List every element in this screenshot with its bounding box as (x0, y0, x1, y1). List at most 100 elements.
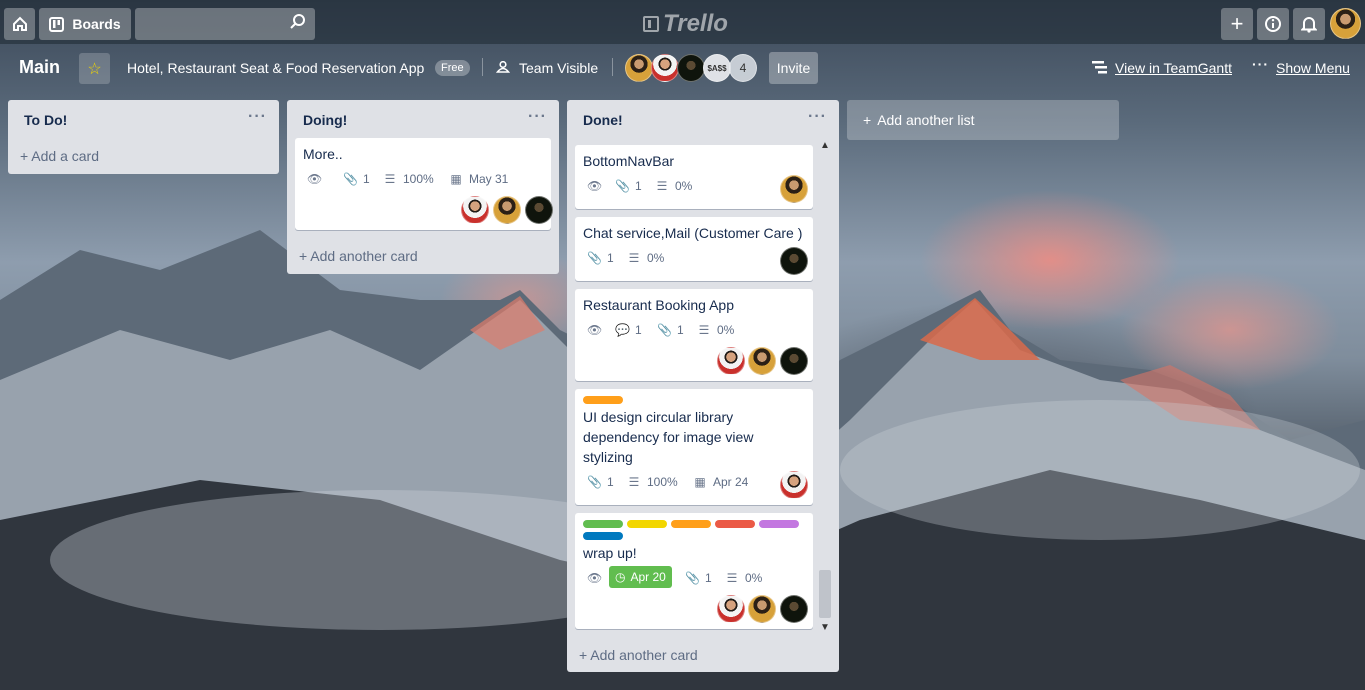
view-in-teamgantt-link[interactable]: View in TeamGantt (1115, 60, 1232, 76)
due-date: Apr 24 (713, 475, 749, 489)
card[interactable]: UI design circular library dependency fo… (575, 389, 813, 505)
card-member-avatar[interactable] (748, 347, 776, 375)
comment-icon: 💬 (615, 323, 630, 337)
team-icon (496, 61, 510, 73)
card[interactable]: wrap up! 👁 ◷ Apr 20 📎 1 ☰ 0% (575, 513, 813, 629)
checklist-progress: 0% (675, 179, 693, 193)
scroll-down-arrow[interactable]: ▼ (820, 622, 830, 633)
boards-button[interactable]: Boards (39, 8, 131, 40)
trello-logo-text: Trello (663, 10, 728, 37)
board-title[interactable]: Main (19, 57, 60, 78)
card-member-avatar[interactable] (780, 247, 808, 275)
due-date-badge: ▦ May 31 (449, 172, 508, 186)
search-input[interactable] (135, 8, 315, 40)
card-label-green[interactable] (583, 520, 623, 528)
boards-icon (49, 16, 65, 32)
attachment-count: 1 (635, 179, 642, 193)
home-button[interactable] (4, 8, 35, 40)
plus-icon: + (1230, 11, 1244, 36)
list-menu-icon[interactable]: ··· (808, 108, 827, 126)
due-date-badge: ▦ Apr 24 (693, 475, 748, 489)
star-button[interactable]: ☆ (79, 53, 110, 84)
card[interactable]: Chat service,Mail (Customer Care ) 📎 1 ☰ 0… (575, 217, 813, 281)
card-label-blue[interactable] (583, 532, 623, 540)
paperclip-icon: 📎 (685, 571, 700, 585)
list-menu-icon[interactable]: ··· (528, 108, 547, 126)
members-more-count[interactable]: 4 (729, 54, 757, 82)
card-label-yellow[interactable] (627, 520, 667, 528)
checklist-progress: 0% (745, 571, 763, 585)
checklist-badge: ☰ 100% (627, 475, 678, 489)
card-title: wrap up! (583, 545, 637, 561)
checklist-icon: ☰ (384, 172, 396, 186)
add-card-button[interactable]: + Add another card (579, 647, 698, 663)
comment-count: 1 (635, 323, 642, 337)
card-member-avatar[interactable] (717, 347, 745, 375)
card-member-avatar[interactable] (780, 595, 808, 623)
trello-logo[interactable]: Trello (643, 10, 728, 38)
member-avatar[interactable] (651, 54, 679, 82)
card-member-avatar[interactable] (717, 595, 745, 623)
member-avatar[interactable] (625, 54, 653, 82)
add-card-button[interactable]: + Add a card (20, 148, 99, 164)
visibility-button[interactable]: Team Visible (519, 60, 598, 76)
show-menu-button[interactable]: Show Menu (1276, 60, 1350, 76)
more-icon[interactable]: ··· (1252, 56, 1269, 72)
watch-badge: 👁 (307, 172, 323, 186)
attachment-badge: 📎 1 (343, 172, 370, 186)
card-member-avatar[interactable] (525, 196, 553, 224)
invite-button[interactable]: Invite (769, 52, 818, 84)
card-member-avatar[interactable] (748, 595, 776, 623)
card-label-red[interactable] (715, 520, 755, 528)
attachment-badge: 📎 1 (587, 475, 614, 489)
attachment-badge: 📎 1 (685, 571, 712, 585)
add-card-button[interactable]: + Add another card (299, 248, 418, 264)
card-title: BottomNavBar (583, 153, 675, 169)
checklist-progress: 0% (647, 251, 665, 265)
eye-icon: 👁 (587, 179, 603, 193)
due-date: Apr 20 (630, 570, 666, 584)
clock-icon: ◷ (615, 570, 626, 584)
card-member-avatar[interactable] (493, 196, 521, 224)
card[interactable]: BottomNavBar 👁 📎 1 ☰ 0% (575, 145, 813, 209)
attachment-badge: 📎 1 (615, 179, 642, 193)
scroll-up-arrow[interactable]: ▲ (820, 140, 830, 151)
info-icon (1265, 16, 1281, 32)
add-button[interactable]: + (1221, 8, 1253, 40)
list-scrollbar[interactable]: ▲ ▼ (816, 138, 834, 638)
board-name[interactable]: Hotel, Restaurant Seat & Food Reservatio… (127, 60, 424, 76)
attachment-count: 1 (705, 571, 712, 585)
card-member-avatar[interactable] (461, 196, 489, 224)
checklist-progress: 0% (717, 323, 735, 337)
checklist-progress: 100% (403, 172, 434, 186)
user-avatar[interactable] (1330, 8, 1361, 39)
card-label-purple[interactable] (759, 520, 799, 528)
card-label-orange[interactable] (671, 520, 711, 528)
member-avatar[interactable]: $A$$ (703, 54, 731, 82)
add-list-button[interactable]: + Add another list (847, 100, 1119, 140)
paperclip-icon: 📎 (343, 172, 358, 186)
checklist-icon: ☰ (628, 251, 640, 265)
attachment-badge: 📎 1 (587, 251, 614, 265)
card-title: Chat service,Mail (Customer Care ) (583, 225, 803, 241)
scrollbar-thumb[interactable] (819, 570, 831, 618)
calendar-icon: ▦ (694, 475, 706, 489)
card[interactable]: More.. 👁 📎 1 ☰ 100% ▦ May 31 (295, 138, 553, 230)
list-title[interactable]: Done! (583, 112, 623, 128)
card[interactable]: Restaurant Booking App 👁 💬 1 📎 1 ☰ 0% (575, 289, 813, 381)
card-label-orange[interactable] (583, 396, 623, 404)
list-menu-icon[interactable]: ··· (248, 108, 267, 126)
list-title[interactable]: Doing! (303, 112, 347, 128)
card-member-avatar[interactable] (780, 471, 808, 499)
plan-badge[interactable]: Free (435, 60, 470, 76)
card-member-avatar[interactable] (780, 347, 808, 375)
eye-icon: 👁 (307, 172, 323, 186)
due-date-complete-badge[interactable]: ◷ Apr 20 (609, 566, 672, 588)
member-avatar[interactable] (677, 54, 705, 82)
notifications-button[interactable] (1293, 8, 1325, 40)
card-member-avatar[interactable] (780, 175, 808, 203)
attachment-badge: 📎 1 (657, 323, 684, 337)
info-button[interactable] (1257, 8, 1289, 40)
list-title[interactable]: To Do! (24, 112, 67, 128)
search-icon[interactable] (290, 14, 306, 30)
